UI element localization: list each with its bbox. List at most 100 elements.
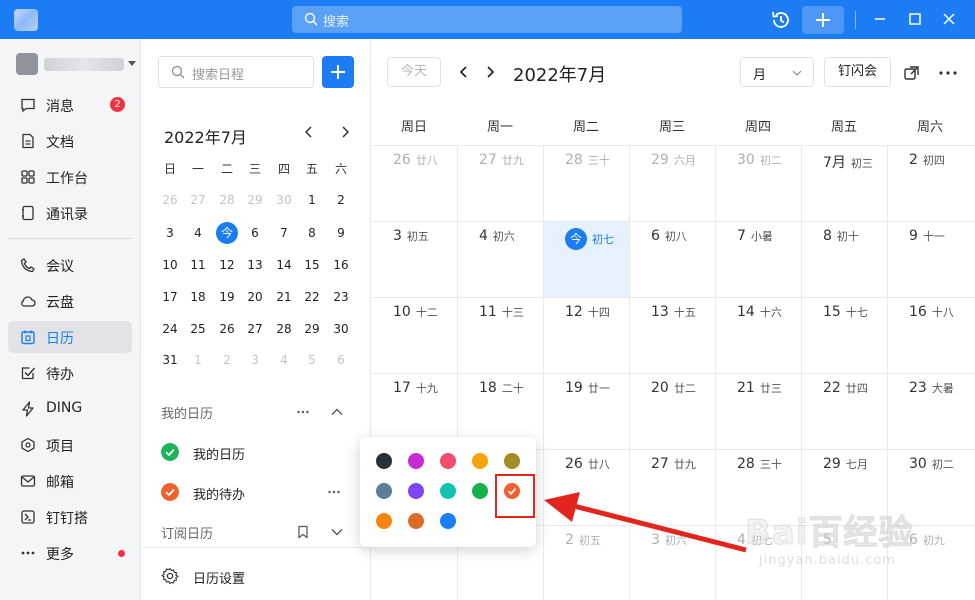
day-cell[interactable]: 13 十五 bbox=[651, 304, 696, 324]
nav-item-contacts[interactable]: 通讯录 bbox=[8, 197, 132, 229]
day-cell[interactable]: 6 初八 bbox=[651, 228, 687, 248]
mini-day[interactable]: 15 bbox=[298, 253, 326, 277]
mini-day[interactable]: 28 bbox=[270, 317, 298, 341]
mini-day[interactable]: 23 bbox=[327, 285, 355, 309]
minimize-icon[interactable] bbox=[870, 9, 890, 29]
day-cell[interactable]: 28 三十 bbox=[565, 152, 610, 172]
color-swatch[interactable] bbox=[376, 513, 392, 529]
share-window-icon[interactable] bbox=[903, 64, 921, 82]
mini-day[interactable]: 20 bbox=[241, 285, 269, 309]
nav-item-ding[interactable]: DING bbox=[8, 393, 132, 425]
day-cell-today[interactable]: 今初七 bbox=[565, 228, 614, 250]
day-cell[interactable]: 2 初四 bbox=[909, 152, 945, 172]
day-cell[interactable]: 4 初六 bbox=[479, 228, 515, 248]
day-cell[interactable]: 3 初五 bbox=[393, 228, 429, 248]
new-event-button[interactable] bbox=[322, 56, 354, 88]
global-search-input[interactable]: 搜索 bbox=[292, 6, 682, 33]
mini-day[interactable]: 9 bbox=[327, 221, 355, 245]
nav-item-dingda[interactable]: 钉钉搭 bbox=[8, 501, 132, 533]
flash-meeting-button[interactable]: 钉闪会 bbox=[824, 57, 891, 87]
maximize-icon[interactable] bbox=[905, 9, 925, 29]
mini-day[interactable]: 4 bbox=[270, 348, 298, 372]
day-cell[interactable]: 18 二十 bbox=[479, 380, 524, 400]
mini-day[interactable]: 13 bbox=[241, 253, 269, 277]
mini-day[interactable]: 27 bbox=[184, 188, 212, 212]
nav-item-messages[interactable]: 消息 2 bbox=[8, 89, 132, 121]
day-cell[interactable]: 20 廿二 bbox=[651, 380, 696, 400]
mini-day[interactable]: 14 bbox=[270, 253, 298, 277]
mini-day[interactable]: 19 bbox=[213, 285, 241, 309]
view-selector[interactable]: 月 bbox=[740, 57, 814, 87]
more-horizontal-icon[interactable] bbox=[327, 485, 341, 499]
mini-day[interactable]: 30 bbox=[327, 317, 355, 341]
day-cell[interactable]: 11 十三 bbox=[479, 304, 524, 324]
day-cell[interactable]: 21 廿三 bbox=[737, 380, 782, 400]
color-swatch[interactable] bbox=[376, 483, 392, 499]
nav-item-more[interactable]: 更多 bbox=[8, 537, 132, 569]
day-cell[interactable]: 27 廿九 bbox=[479, 152, 524, 172]
nav-item-meeting[interactable]: 会议 bbox=[8, 249, 132, 281]
history-icon[interactable] bbox=[770, 9, 792, 31]
nav-item-workbench[interactable]: 工作台 bbox=[8, 161, 132, 193]
day-cell[interactable]: 22 廿四 bbox=[823, 380, 868, 400]
nav-item-cloud-drive[interactable]: 云盘 bbox=[8, 285, 132, 317]
more-horizontal-icon[interactable] bbox=[296, 405, 310, 419]
day-cell[interactable]: 23 大暑 bbox=[909, 380, 954, 400]
nav-item-calendar[interactable]: 日历 bbox=[8, 321, 132, 353]
chevron-left-icon[interactable] bbox=[457, 65, 471, 79]
chevron-down-icon[interactable] bbox=[330, 525, 344, 539]
mini-day-today[interactable]: 今 bbox=[213, 221, 241, 245]
calendar-settings-button[interactable]: 日历设置 bbox=[161, 565, 311, 587]
color-swatch[interactable] bbox=[408, 513, 424, 529]
search-schedule-input[interactable]: 搜索日程 bbox=[158, 56, 314, 88]
day-cell[interactable]: 8 初十 bbox=[823, 228, 859, 248]
color-swatch[interactable] bbox=[472, 483, 488, 499]
mini-day[interactable]: 1 bbox=[298, 188, 326, 212]
chevron-right-icon[interactable] bbox=[483, 65, 497, 79]
more-horizontal-icon[interactable] bbox=[938, 64, 958, 82]
org-switcher[interactable] bbox=[16, 53, 136, 75]
check-circle-icon[interactable] bbox=[161, 483, 179, 501]
day-cell[interactable]: 15 十七 bbox=[823, 304, 868, 324]
day-cell[interactable]: 7 小暑 bbox=[737, 228, 773, 248]
day-cell[interactable]: 29 六月 bbox=[651, 152, 696, 172]
day-cell[interactable]: 17 十九 bbox=[393, 380, 438, 400]
mini-day[interactable]: 2 bbox=[213, 348, 241, 372]
mini-day[interactable]: 17 bbox=[156, 285, 184, 309]
day-cell[interactable]: 7月 初三 bbox=[823, 152, 873, 172]
color-swatch[interactable] bbox=[440, 483, 456, 499]
mini-day[interactable]: 22 bbox=[298, 285, 326, 309]
create-button[interactable] bbox=[802, 6, 844, 34]
day-cell[interactable]: 10 十二 bbox=[393, 304, 438, 324]
color-swatch[interactable] bbox=[408, 483, 424, 499]
mini-day[interactable]: 16 bbox=[327, 253, 355, 277]
mini-day[interactable]: 2 bbox=[327, 188, 355, 212]
mini-day[interactable]: 31 bbox=[156, 348, 184, 372]
mini-day[interactable]: 26 bbox=[213, 317, 241, 341]
day-cell[interactable]: 29 七月 bbox=[823, 456, 868, 476]
nav-item-documents[interactable]: 文档 bbox=[8, 125, 132, 157]
chevron-left-icon[interactable] bbox=[301, 124, 317, 140]
color-swatch[interactable] bbox=[440, 513, 456, 529]
color-swatch[interactable] bbox=[504, 453, 520, 469]
nav-item-mail[interactable]: 邮箱 bbox=[8, 465, 132, 497]
day-cell[interactable]: 30 初二 bbox=[909, 456, 954, 476]
check-circle-icon[interactable] bbox=[161, 443, 179, 461]
mini-day[interactable]: 1 bbox=[184, 348, 212, 372]
color-swatch[interactable] bbox=[440, 453, 456, 469]
color-swatch[interactable] bbox=[408, 453, 424, 469]
day-cell[interactable]: 19 廿一 bbox=[565, 380, 610, 400]
mini-day[interactable]: 18 bbox=[184, 285, 212, 309]
calendar-item-my-calendar[interactable]: 我的日历 bbox=[161, 441, 361, 463]
day-cell[interactable]: 16 十八 bbox=[909, 304, 954, 324]
mini-day[interactable]: 7 bbox=[270, 221, 298, 245]
mini-day[interactable]: 3 bbox=[156, 221, 184, 245]
chevron-right-icon[interactable] bbox=[337, 124, 353, 140]
today-button[interactable]: 今天 bbox=[387, 57, 441, 87]
day-cell[interactable]: 12 十四 bbox=[565, 304, 610, 324]
day-cell[interactable]: 26 廿八 bbox=[393, 152, 438, 172]
mini-day[interactable]: 30 bbox=[270, 188, 298, 212]
mini-day[interactable]: 6 bbox=[241, 221, 269, 245]
day-cell[interactable]: 9 十一 bbox=[909, 228, 945, 248]
color-swatch[interactable] bbox=[472, 453, 488, 469]
